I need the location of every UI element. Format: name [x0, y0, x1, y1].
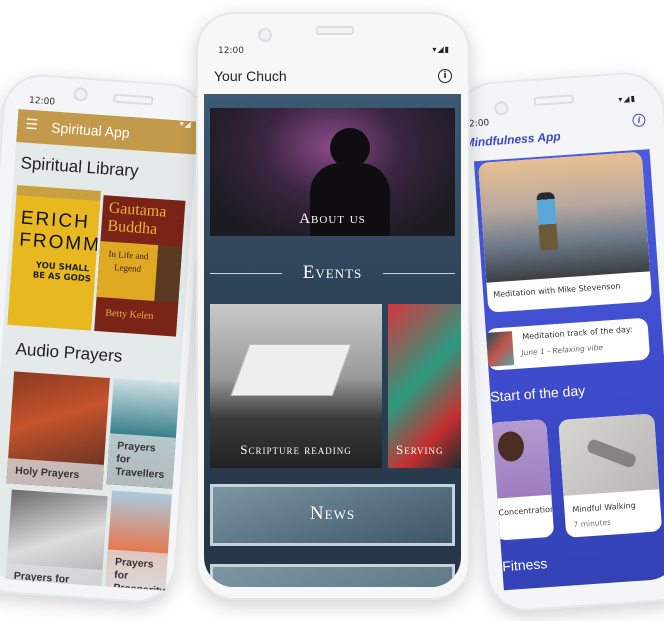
meditation-hero-card[interactable]: Meditation with Mike Stevenson	[478, 151, 653, 313]
spiritual-app-phone: 12:00 ☰ Spiritual App ▾◢ Spiritual Libra…	[0, 72, 210, 606]
camera	[493, 100, 509, 116]
about-us-label: About us	[299, 211, 366, 227]
book-banner	[16, 185, 101, 201]
person-with-headphones	[496, 430, 525, 463]
prayer-tile-holy[interactable]: Holy Prayers	[6, 371, 110, 490]
book-gautama-buddha[interactable]: Gautama Buddha In Life and Legend Betty …	[94, 195, 186, 337]
track-title: Meditation track of the day:	[521, 324, 634, 342]
info-icon[interactable]: i	[438, 69, 452, 83]
app-title: Your Chuch	[214, 68, 287, 84]
track-of-day-card[interactable]: Meditation track of the day: June 1 - Re…	[485, 317, 651, 371]
book-erich-fromm[interactable]: ERICH FROMM YOU SHALL BE AS GODS	[7, 185, 101, 331]
start-of-day-heading: Start of the day	[489, 382, 586, 405]
audio-prayers-heading: Audio Prayers	[15, 339, 123, 366]
about-us-card[interactable]: About us	[210, 108, 455, 236]
app-title: Spiritual App	[50, 119, 131, 141]
session-card-concentration[interactable]: Concentration	[488, 418, 555, 541]
book-title: Gautama Buddha	[106, 199, 167, 238]
event-label: Serving	[396, 442, 444, 457]
session-title: Mindful Walking	[572, 500, 637, 515]
prayer-label: Prayers for Prosperity	[104, 549, 178, 591]
prayer-tile-travellers[interactable]: Prayers for Travellers	[106, 378, 184, 489]
book-title: YOU SHALL BE AS GODS	[32, 260, 92, 285]
book-author: ERICH FROMM	[18, 207, 101, 257]
open-book-image	[230, 344, 352, 396]
spiritual-app-screen: ☰ Spiritual App ▾◢ Spiritual Library ERI…	[0, 109, 199, 591]
news-label: News	[309, 503, 356, 524]
hamburger-menu-icon[interactable]: ☰	[25, 117, 39, 134]
prayer-label: Prayers for Wisdom	[4, 563, 103, 591]
camera	[258, 28, 272, 42]
app-bar: ☰ Spiritual App ▾◢	[16, 109, 199, 155]
book-subtitle-panel: In Life and Legend	[96, 241, 159, 301]
track-subtitle: June 1 - Relaxing vibe	[521, 342, 604, 358]
session-title: Concentration	[498, 504, 555, 518]
wifi-signal-battery-icon: ▾◢▮	[618, 93, 637, 105]
book-cover-image	[154, 245, 183, 303]
event-card-serving[interactable]: Serving	[388, 304, 461, 468]
prayer-tile-wisdom[interactable]: Prayers for Wisdom	[4, 489, 108, 591]
prayer-tile-prosperity[interactable]: Prayers for Prosperity	[104, 490, 182, 591]
info-icon[interactable]: i	[632, 113, 646, 128]
silhouette-head	[330, 128, 370, 168]
divider	[383, 273, 455, 274]
speaker	[113, 93, 154, 106]
event-label: Scripture reading	[240, 442, 352, 457]
walking-shadow	[585, 437, 638, 469]
library-heading: Spiritual Library	[20, 153, 140, 181]
mountain-image	[478, 151, 651, 283]
church-app-screen: About us Events Scripture reading Servin…	[204, 94, 461, 587]
mindfulness-app-phone: 12:00 ▾◢▮ Mindfulness App i Meditation w…	[452, 70, 664, 614]
prayer-label: Holy Prayers	[6, 458, 104, 490]
session-image	[488, 418, 552, 499]
events-header: Events	[210, 262, 455, 284]
speaker	[316, 26, 354, 35]
next-section-button[interactable]	[210, 564, 455, 587]
app-title: Mindfulness App	[464, 129, 562, 150]
camera	[73, 86, 89, 102]
speaker	[533, 94, 575, 107]
mindfulness-app-screen: Meditation with Mike Stevenson Meditatio…	[473, 149, 664, 591]
session-card-mindful-walking[interactable]: Mindful Walking 7 minutes	[558, 413, 663, 538]
wifi-signal-battery-icon: ▾◢▮	[432, 45, 450, 54]
hiker-figure	[536, 191, 559, 251]
book-subtitle: In Life and Legend	[108, 248, 149, 274]
fitness-heading: Fitness	[501, 555, 548, 575]
status-time: 12:00	[28, 95, 56, 108]
session-image	[558, 413, 660, 496]
session-duration: 7 minutes	[573, 517, 612, 530]
hero-caption: Meditation with Mike Stevenson	[492, 281, 621, 300]
news-button[interactable]: News	[210, 484, 455, 546]
event-card-scripture-reading[interactable]: Scripture reading	[210, 304, 382, 468]
track-thumbnail	[485, 331, 515, 367]
prayer-label: Prayers for Travellers	[106, 433, 180, 489]
wifi-signal-icon: ▾◢	[179, 119, 193, 130]
book-author: Betty Kelen	[105, 307, 154, 322]
status-time: 12:00	[218, 46, 244, 56]
church-app-phone: 12:00 ▾◢▮ Your Chuch i About us Events S…	[196, 12, 470, 600]
